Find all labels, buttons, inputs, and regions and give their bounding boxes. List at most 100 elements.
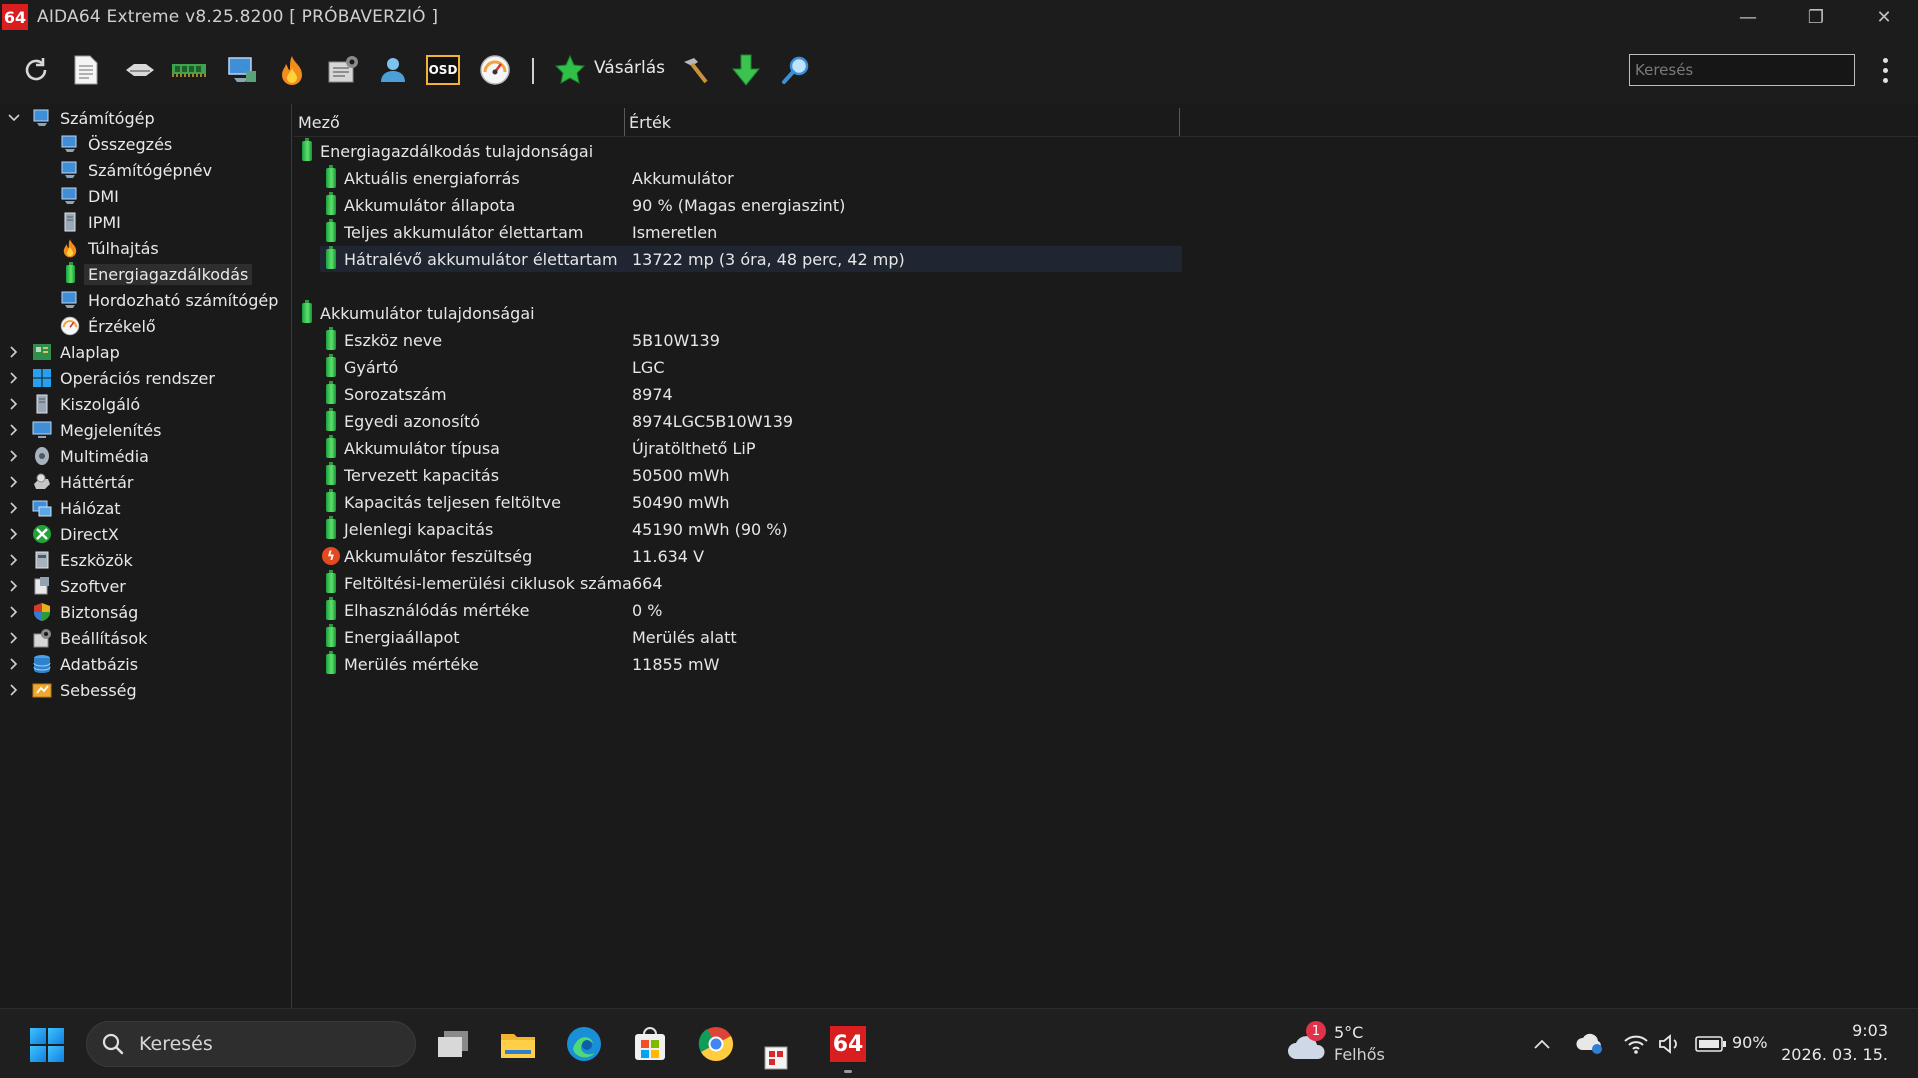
user-icon[interactable] bbox=[373, 50, 413, 90]
tree-item-dmi[interactable]: DMI bbox=[60, 184, 123, 208]
chevron-right-icon[interactable] bbox=[6, 652, 22, 676]
table-row[interactable]: Jelenlegi kapacitás 45190 mWh (90 %) bbox=[326, 516, 1182, 542]
table-row[interactable]: Akkumulátor típusa Újratölthető LiP bbox=[326, 435, 1182, 461]
wifi-icon[interactable] bbox=[1622, 1029, 1650, 1059]
hammer-icon[interactable] bbox=[676, 50, 716, 90]
chevron-up-icon[interactable] bbox=[1530, 1029, 1554, 1059]
close-button[interactable]: ✕ bbox=[1850, 0, 1918, 34]
windows-start-icon[interactable] bbox=[30, 1028, 64, 1062]
search-input[interactable] bbox=[1629, 54, 1855, 86]
table-row[interactable]: Teljes akkumulátor élettartam Ismeretlen bbox=[326, 219, 1182, 245]
chrome-browser-icon[interactable] bbox=[695, 1023, 737, 1065]
table-row[interactable]: ϟ Akkumulátor feszültség 11.634 V bbox=[322, 543, 1182, 569]
chevron-right-icon[interactable] bbox=[6, 418, 22, 442]
table-row[interactable]: Elhasználódás mértéke 0 % bbox=[326, 597, 1182, 623]
chevron-right-icon[interactable] bbox=[6, 366, 22, 390]
tree-item-beallitasok[interactable]: Beállítások bbox=[0, 626, 151, 650]
tree-item-kiszolgalo[interactable]: Kiszolgáló bbox=[0, 392, 144, 416]
chevron-right-icon[interactable] bbox=[6, 444, 22, 468]
osd-icon[interactable]: OSD bbox=[423, 50, 463, 90]
tree-item-hordozhato-szamitogep[interactable]: Hordozható számítógép bbox=[60, 288, 282, 312]
column-separator[interactable] bbox=[1179, 108, 1180, 136]
search-icon[interactable] bbox=[776, 50, 816, 90]
tree-item-tulhajtas[interactable]: Túlhajtás bbox=[60, 236, 163, 260]
chevron-right-icon[interactable] bbox=[6, 574, 22, 598]
report-icon[interactable] bbox=[66, 50, 106, 90]
table-row[interactable]: Kapacitás teljesen feltöltve 50490 mWh bbox=[326, 489, 1182, 515]
tree-item-szamitogepnev[interactable]: Számítógépnév bbox=[60, 158, 216, 182]
tree-item-halozat[interactable]: Hálózat bbox=[0, 496, 125, 520]
tree-item-alaplap[interactable]: Alaplap bbox=[0, 340, 124, 364]
tree-item-sebesseg[interactable]: Sebesség bbox=[0, 678, 141, 702]
aida64-taskbar-icon[interactable]: 64 bbox=[827, 1023, 869, 1065]
restore-button[interactable]: ❐ bbox=[1782, 0, 1850, 34]
tree-item-operacios-rendszer[interactable]: Operációs rendszer bbox=[0, 366, 219, 390]
download-icon[interactable] bbox=[726, 50, 766, 90]
task-view-icon[interactable] bbox=[432, 1023, 474, 1065]
chevron-right-icon[interactable] bbox=[6, 678, 22, 702]
table-row[interactable]: Egyedi azonosító 8974LGC5B10W139 bbox=[326, 408, 1182, 434]
more-options-icon[interactable] bbox=[1875, 54, 1895, 86]
microsoft-store-icon[interactable] bbox=[629, 1023, 671, 1065]
chevron-right-icon[interactable] bbox=[6, 600, 22, 624]
memory-icon[interactable] bbox=[169, 50, 209, 90]
tree-item-hattertar[interactable]: Háttértár bbox=[0, 470, 137, 494]
weather-widget[interactable]: 1 5°C Felhős bbox=[1286, 1021, 1406, 1067]
clock-time[interactable]: 9:03 bbox=[1852, 1021, 1888, 1040]
clock-date[interactable]: 2026. 03. 15. bbox=[1781, 1045, 1888, 1064]
hdd-icon[interactable] bbox=[120, 50, 160, 90]
field-value: 13722 mp (3 óra, 48 perc, 42 mp) bbox=[632, 249, 905, 269]
table-row[interactable]: Akkumulátor állapota 90 % (Magas energia… bbox=[326, 192, 1182, 218]
section-header-energy[interactable]: Energiagazdálkodás tulajdonságai bbox=[302, 138, 1182, 164]
table-row[interactable]: Sorozatszám 8974 bbox=[326, 381, 1182, 407]
chevron-right-icon[interactable] bbox=[6, 392, 22, 416]
tree-item-eszkozok[interactable]: Eszközök bbox=[0, 548, 137, 572]
tree-item-adatbazis[interactable]: Adatbázis bbox=[0, 652, 142, 676]
tree-item-megjelenites[interactable]: Megjelenítés bbox=[0, 418, 165, 442]
table-row[interactable]: Gyártó LGC bbox=[326, 354, 1182, 380]
chevron-right-icon[interactable] bbox=[6, 522, 22, 546]
minimize-button[interactable]: — bbox=[1714, 0, 1782, 34]
tree-item-erzekelo[interactable]: Érzékelő bbox=[60, 314, 160, 338]
tree-item-energiagazdalkodas[interactable]: Energiagazdálkodás bbox=[60, 262, 253, 286]
table-row[interactable]: Merülés mértéke 11855 mW bbox=[326, 651, 1182, 677]
file-explorer-icon[interactable] bbox=[497, 1023, 539, 1065]
column-header-value[interactable]: Érték bbox=[625, 108, 1279, 136]
computer-icon[interactable] bbox=[222, 50, 262, 90]
tree-item-directx[interactable]: DirectX bbox=[0, 522, 123, 546]
chevron-right-icon[interactable] bbox=[6, 548, 22, 572]
flame-icon[interactable] bbox=[272, 50, 312, 90]
tree-item-biztonsag[interactable]: Biztonság bbox=[0, 600, 142, 624]
buy-star-icon[interactable] bbox=[550, 50, 590, 90]
gauge-icon[interactable] bbox=[475, 50, 515, 90]
tree-item-szamitogep[interactable]: Számítógép bbox=[0, 106, 159, 130]
tree-item-ipmi[interactable]: IPMI bbox=[60, 210, 125, 234]
chevron-down-icon[interactable] bbox=[6, 106, 22, 130]
buy-button[interactable]: Vásárlás bbox=[594, 58, 665, 78]
refresh-icon[interactable] bbox=[16, 50, 56, 90]
table-row[interactable]: Tervezett kapacitás 50500 mWh bbox=[326, 462, 1182, 488]
chevron-right-icon[interactable] bbox=[6, 496, 22, 520]
tree-item-osszegzes[interactable]: Összegzés bbox=[60, 132, 176, 156]
field-value: 8974 bbox=[632, 384, 673, 404]
chevron-right-icon[interactable] bbox=[6, 470, 22, 494]
chevron-right-icon[interactable] bbox=[6, 340, 22, 364]
table-row[interactable]: Eszköz neve 5B10W139 bbox=[326, 327, 1182, 353]
chevron-right-icon[interactable] bbox=[6, 626, 22, 650]
snipping-tool-icon[interactable] bbox=[757, 1039, 799, 1078]
table-row[interactable]: Energiaállapot Merülés alatt bbox=[326, 624, 1182, 650]
onedrive-icon[interactable] bbox=[1574, 1029, 1606, 1059]
table-row[interactable]: Aktuális energiaforrás Akkumulátor bbox=[326, 165, 1182, 191]
tools-icon[interactable] bbox=[323, 50, 363, 90]
tree-item-multimedia[interactable]: Multimédia bbox=[0, 444, 153, 468]
taskbar-search[interactable]: Keresés bbox=[86, 1021, 416, 1067]
section-header-battery[interactable]: Akkumulátor tulajdonságai bbox=[302, 300, 1182, 326]
table-row-selected[interactable]: Hátralévő akkumulátor élettartam 13722 m… bbox=[320, 246, 1182, 272]
battery-icon bbox=[302, 300, 312, 323]
column-header-field[interactable]: Mező bbox=[294, 108, 624, 136]
edge-browser-icon[interactable] bbox=[563, 1023, 605, 1065]
volume-icon[interactable] bbox=[1656, 1029, 1684, 1059]
table-row[interactable]: Feltöltési-lemerülési ciklusok száma 664 bbox=[326, 570, 1182, 596]
tree-item-szoftver[interactable]: Szoftver bbox=[0, 574, 130, 598]
battery-tray-icon[interactable] bbox=[1694, 1029, 1728, 1059]
